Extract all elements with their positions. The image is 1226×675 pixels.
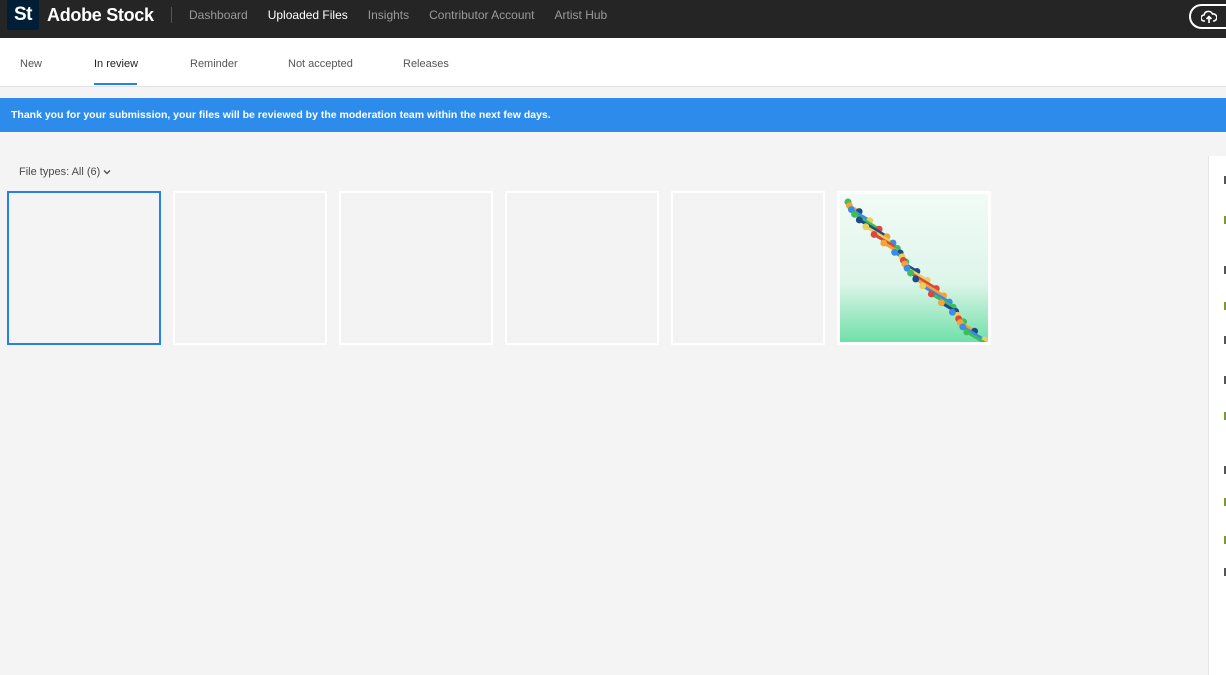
dna-node: [937, 299, 945, 307]
dna-node: [870, 231, 878, 238]
main-nav: Dashboard Uploaded Files Insights Contri…: [189, 8, 627, 22]
chevron-down-icon: [103, 170, 111, 175]
nav-divider: [171, 7, 172, 23]
active-tab-indicator: [94, 83, 137, 85]
dna-node: [862, 223, 870, 231]
dna-node: [851, 210, 858, 218]
file-status-tabs: New In review Reminder Not accepted Rele…: [0, 38, 1226, 87]
upload-button[interactable]: [1189, 4, 1226, 29]
tab-in-review[interactable]: In review: [94, 58, 138, 70]
tab-reminder[interactable]: Reminder: [190, 58, 238, 70]
file-thumbnail[interactable]: [505, 191, 659, 345]
file-thumbnail[interactable]: [7, 191, 161, 345]
file-thumbnail[interactable]: [173, 191, 327, 345]
brand-name[interactable]: Adobe Stock: [47, 5, 154, 26]
submission-banner: Thank you for your submission, your file…: [0, 98, 1226, 132]
dna-node: [927, 290, 935, 298]
file-type-filter[interactable]: File types: All (6): [19, 166, 111, 178]
tab-releases[interactable]: Releases: [403, 58, 449, 70]
dna-node: [855, 216, 863, 224]
file-details-panel: [1208, 156, 1226, 675]
file-type-filter-label: File types: All (6): [19, 166, 101, 178]
top-navigation-bar: St Adobe Stock Dashboard Uploaded Files …: [0, 0, 1226, 38]
dna-node: [912, 275, 920, 283]
file-thumbnail[interactable]: [339, 191, 493, 345]
nav-item-artist-hub[interactable]: Artist Hub: [555, 8, 608, 22]
file-thumbnail-dna[interactable]: [837, 191, 991, 345]
dna-node: [919, 282, 927, 290]
nav-item-dashboard[interactable]: Dashboard: [189, 8, 248, 22]
dna-helix-image: [840, 194, 988, 342]
nav-item-contributor-account[interactable]: Contributor Account: [429, 8, 534, 22]
dna-node: [891, 248, 898, 256]
tab-new[interactable]: New: [20, 58, 42, 70]
dna-node: [963, 328, 971, 336]
dna-node: [948, 308, 956, 316]
cloud-upload-icon: [1201, 10, 1217, 23]
tab-not-accepted[interactable]: Not accepted: [288, 58, 353, 70]
nav-item-uploaded-files[interactable]: Uploaded Files: [268, 8, 348, 22]
dna-node: [880, 239, 888, 247]
adobe-stock-logo[interactable]: St: [7, 0, 39, 30]
nav-item-insights[interactable]: Insights: [368, 8, 409, 22]
dna-node: [907, 269, 914, 277]
file-thumbnail[interactable]: [671, 191, 825, 345]
